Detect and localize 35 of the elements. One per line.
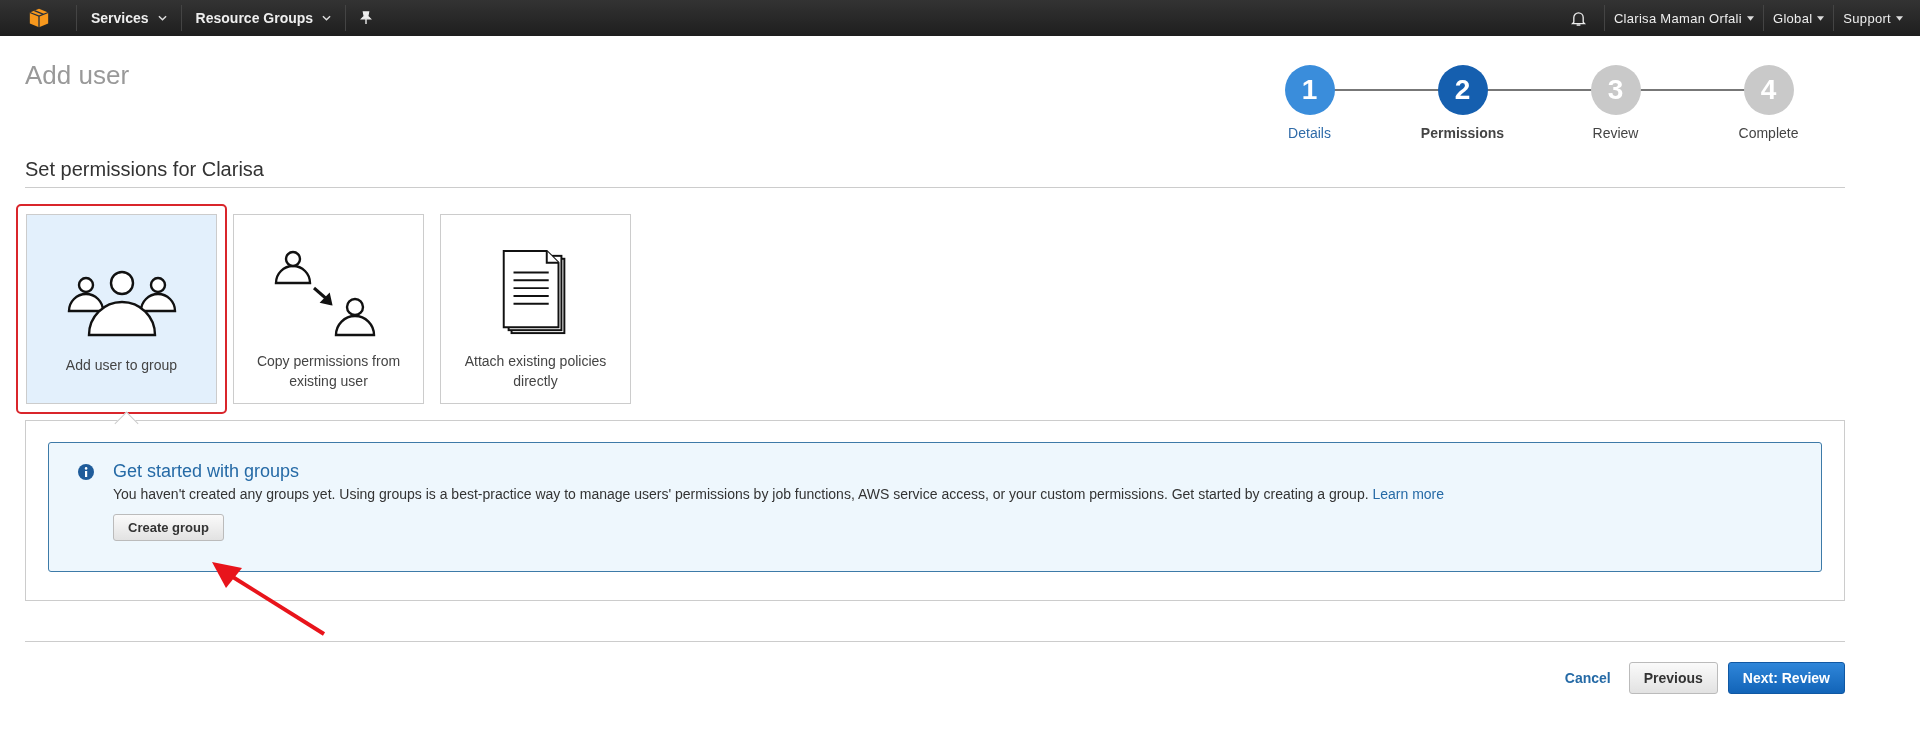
caret-down-icon	[1746, 15, 1754, 21]
learn-more-link[interactable]: Learn more	[1372, 486, 1445, 502]
option-card[interactable]: Attach existing policies directly	[440, 214, 631, 404]
step-number: 2	[1437, 65, 1488, 115]
nav-menu[interactable]: Resource Groups	[181, 0, 346, 36]
cube-logo-icon[interactable]	[28, 7, 50, 29]
chevron-down-icon	[322, 15, 332, 21]
cancel-link[interactable]: Cancel	[1564, 670, 1611, 686]
option-label: Add user to group	[64, 356, 179, 375]
option-label: Attach existing policies directly	[463, 352, 608, 391]
step-label: Complete	[1738, 125, 1799, 141]
caret-down-icon	[1896, 15, 1903, 21]
nav-menu[interactable]: Services	[77, 0, 181, 36]
step-label: Review	[1592, 125, 1639, 141]
chevron-down-icon	[157, 15, 167, 21]
next-button[interactable]: Next: Review	[1727, 662, 1845, 694]
info-icon	[78, 464, 94, 480]
previous-button[interactable]: Previous	[1628, 662, 1718, 694]
page-title: Add user	[25, 60, 130, 92]
step-label: Details	[1288, 125, 1331, 141]
caret-down-icon	[1817, 15, 1825, 21]
option-card[interactable]: Copy permissions from existing user	[233, 214, 424, 404]
step-number: 1	[1284, 65, 1335, 115]
nav-menu[interactable]: Clarisa Maman Orfali	[1604, 0, 1763, 36]
pin-icon[interactable]	[360, 11, 373, 25]
option-label: Copy permissions from existing user	[255, 352, 402, 391]
info-text: You haven't created any groups yet. Using groups is a best-practice way to manage users' permissions by job functions, AWS service access, or your custom permissions. Get started by creating a group. Learn more	[113, 486, 1445, 502]
nav-menu[interactable]: Global	[1763, 0, 1834, 36]
create-group-button[interactable]: Create group	[113, 514, 224, 541]
section-title: Set permissions for Clarisa	[25, 158, 1845, 188]
step-label: Permissions	[1420, 125, 1505, 141]
bell-icon[interactable]	[1570, 9, 1586, 27]
nav-menu[interactable]: Support	[1834, 0, 1912, 36]
info-title: Get started with groups	[113, 461, 301, 482]
option-card[interactable]: Add user to group	[26, 214, 217, 404]
